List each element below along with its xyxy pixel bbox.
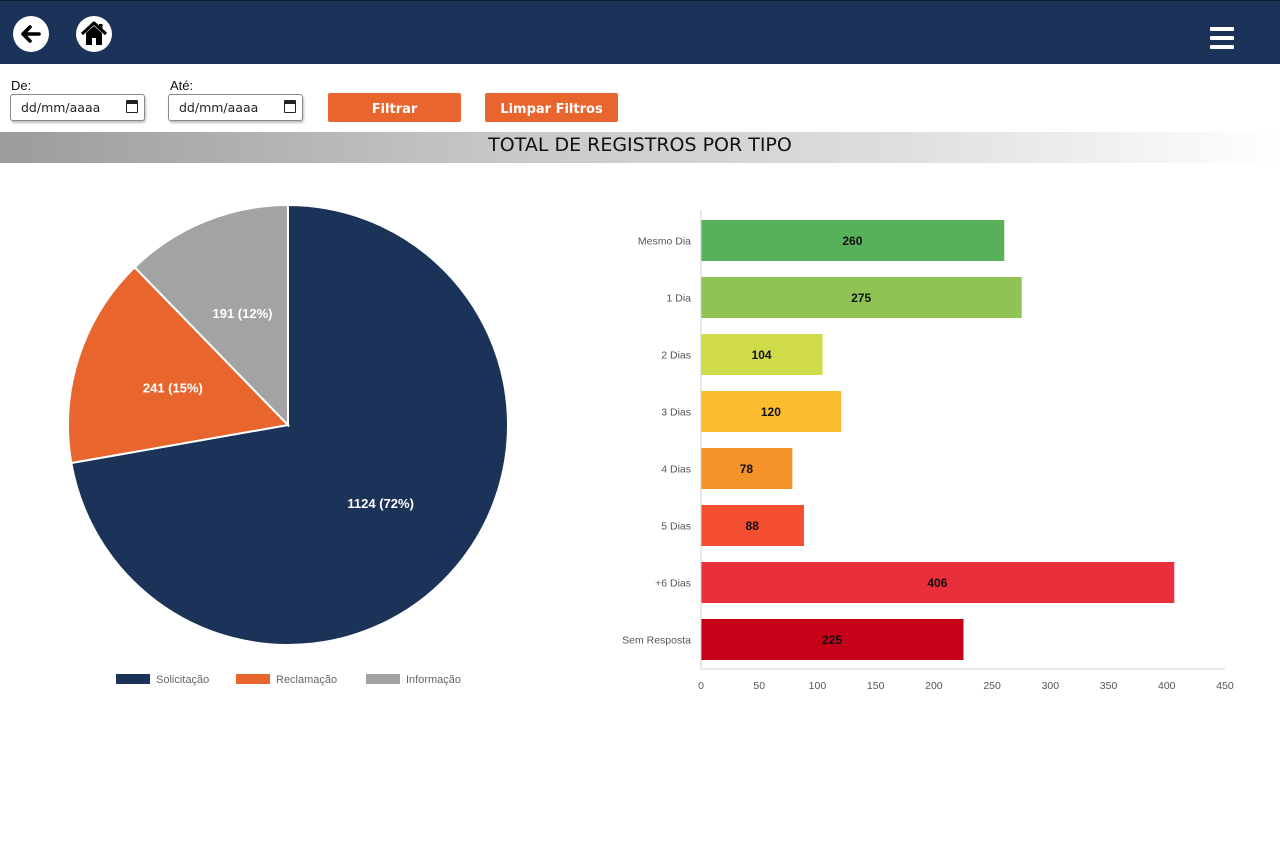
pie-slice-label: 191 (12%) xyxy=(212,306,272,321)
from-date-input[interactable]: dd/mm/aaaa xyxy=(10,94,145,121)
to-date-placeholder: dd/mm/aaaa xyxy=(179,100,259,115)
category-label: 4 Dias xyxy=(661,464,691,476)
legend-label[interactable]: Solicitação xyxy=(156,674,209,686)
bar-value-label: 104 xyxy=(752,348,772,362)
x-tick-label: 300 xyxy=(1042,680,1060,692)
from-date-label: De: xyxy=(11,78,32,93)
category-label: 1 Dia xyxy=(666,293,691,305)
category-label: +6 Dias xyxy=(655,578,691,590)
back-button[interactable] xyxy=(13,16,49,52)
category-label: 2 Dias xyxy=(661,350,691,362)
bar-value-label: 78 xyxy=(740,462,754,476)
x-tick-label: 200 xyxy=(925,680,943,692)
to-date-input[interactable]: dd/mm/aaaa xyxy=(168,94,303,121)
menu-line xyxy=(1210,45,1234,49)
pie-chart: 1124 (72%) 241 (15%) 191 (12%) Solicitação… xyxy=(67,203,509,686)
to-date-label: Até: xyxy=(170,78,194,93)
bar-value-label: 406 xyxy=(927,576,947,590)
hamburger-menu-button[interactable] xyxy=(1208,25,1236,51)
clear-filters-button[interactable]: Limpar Filtros xyxy=(485,93,618,122)
top-navigation-bar xyxy=(0,0,1280,64)
pie-slice-label: 241 (15%) xyxy=(143,381,203,396)
menu-line xyxy=(1210,27,1234,31)
bar-value-label: 88 xyxy=(746,519,760,533)
arrow-left-icon xyxy=(21,25,41,43)
x-tick-label: 150 xyxy=(867,680,885,692)
x-tick-label: 450 xyxy=(1216,680,1234,692)
legend-swatch xyxy=(366,674,400,684)
menu-line xyxy=(1210,36,1234,40)
category-label: Mesmo Dia xyxy=(638,236,691,248)
calendar-icon[interactable] xyxy=(284,100,296,113)
section-title: TOTAL DE REGISTROS POR TIPO xyxy=(488,134,792,156)
bar-value-label: 120 xyxy=(761,405,781,419)
category-label: 3 Dias xyxy=(661,407,691,419)
legend-swatch xyxy=(116,674,150,684)
section-title-bar: TOTAL DE REGISTROS POR TIPO xyxy=(0,132,1280,163)
bar-value-label: 275 xyxy=(851,291,871,305)
x-tick-label: 100 xyxy=(809,680,827,692)
category-label: Sem Resposta xyxy=(622,635,691,647)
x-tick-label: 50 xyxy=(753,680,765,692)
x-tick-label: 0 xyxy=(698,680,704,692)
filter-button[interactable]: Filtrar xyxy=(328,93,461,122)
from-date-placeholder: dd/mm/aaaa xyxy=(21,100,101,115)
legend-swatch xyxy=(236,674,270,684)
legend-label[interactable]: Reclamação xyxy=(276,674,337,686)
x-tick-label: 400 xyxy=(1158,680,1176,692)
category-label: 5 Dias xyxy=(661,521,691,533)
home-button[interactable] xyxy=(76,16,112,52)
bar-chart: 260 275 104 120 78 88 406 225 Mesmo Dia 1 Dia 2 D… xyxy=(622,210,1234,692)
x-tick-label: 250 xyxy=(983,680,1001,692)
calendar-icon[interactable] xyxy=(126,100,138,113)
home-icon xyxy=(80,21,108,45)
pie-slice-label: 1124 (72%) xyxy=(347,496,414,511)
bar-value-label: 260 xyxy=(842,234,862,248)
x-tick-label: 350 xyxy=(1100,680,1118,692)
legend-label[interactable]: Informação xyxy=(406,674,461,686)
bar-value-label: 225 xyxy=(822,633,842,647)
filter-bar: De: dd/mm/aaaa Até: dd/mm/aaaa Filtrar L… xyxy=(0,64,1280,132)
